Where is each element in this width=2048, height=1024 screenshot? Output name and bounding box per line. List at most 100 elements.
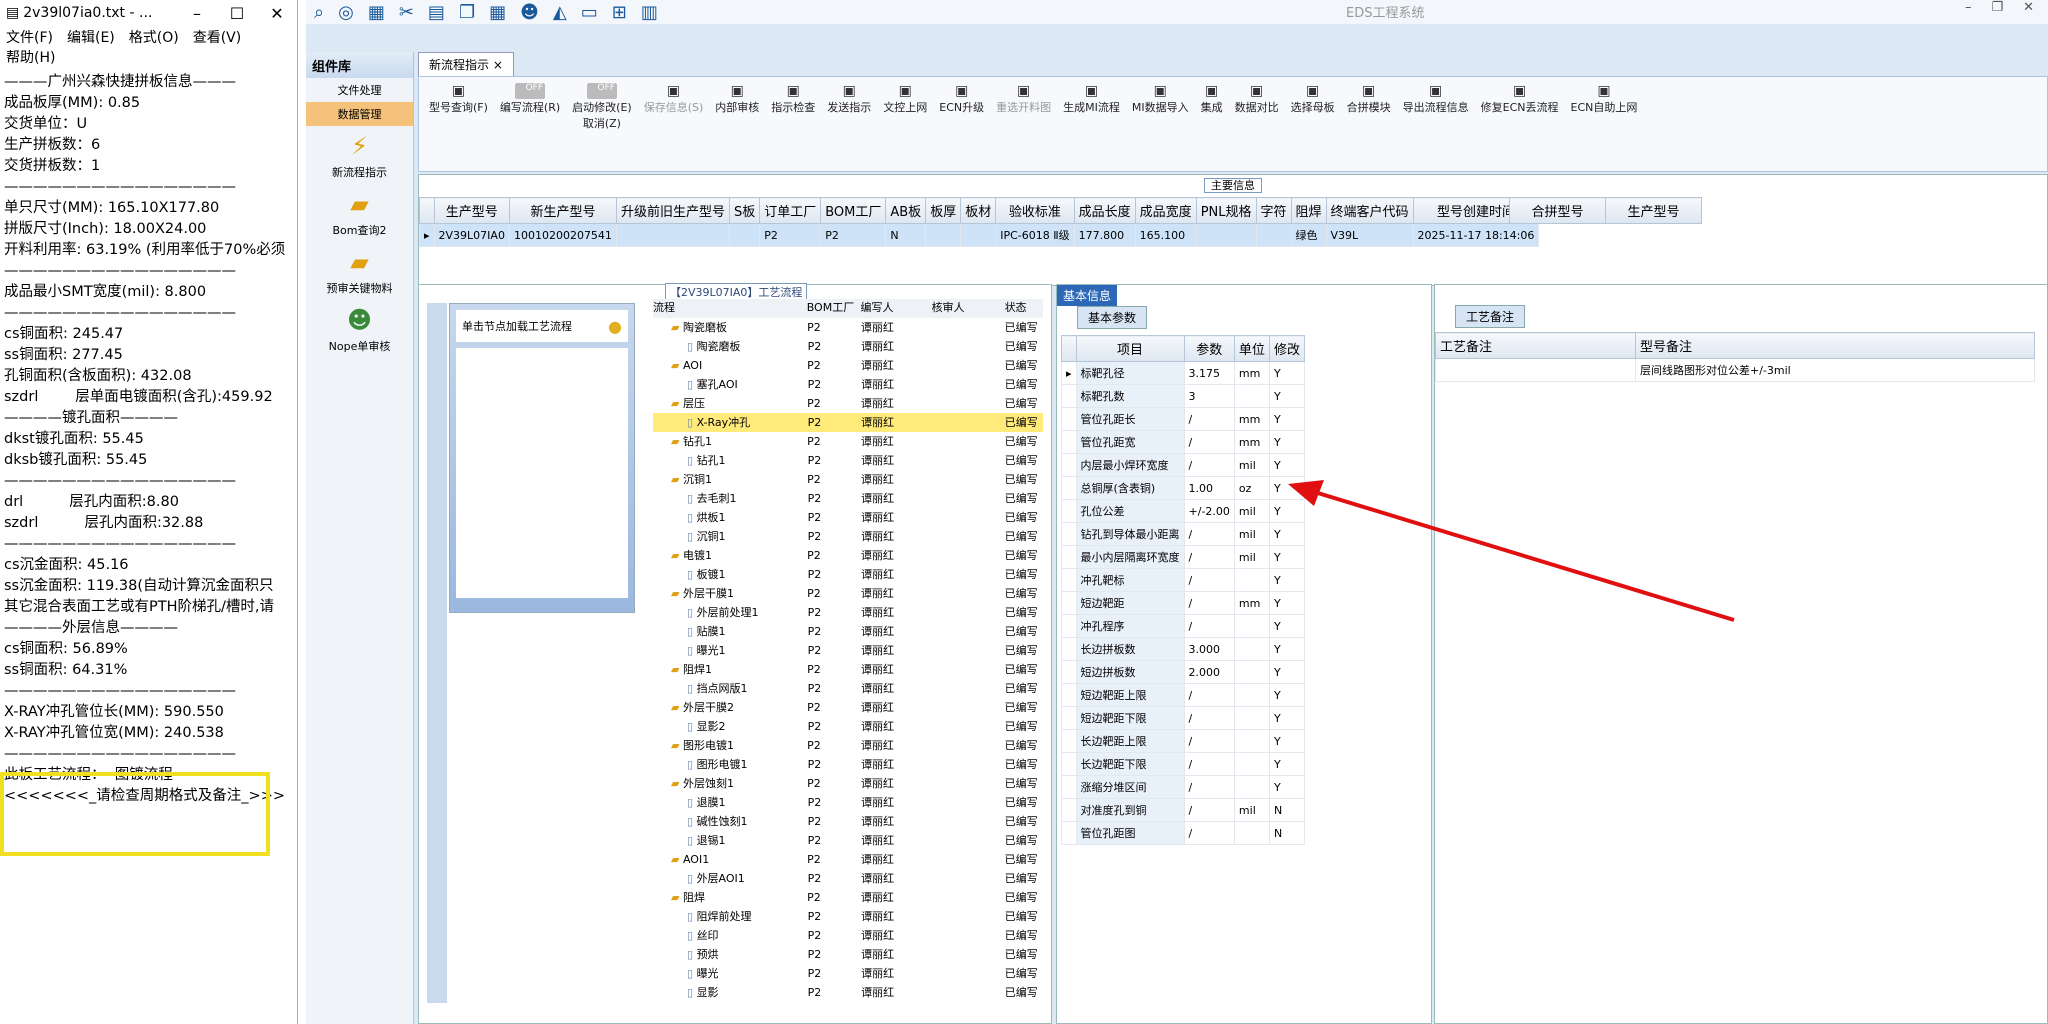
toolbar-button[interactable]: ▣ 选择母板 xyxy=(1285,81,1341,167)
grid-icon[interactable]: ▦ xyxy=(489,2,506,23)
lightning-icon[interactable]: ⚡ xyxy=(306,132,413,160)
main-cell[interactable]: 2V39L07IA0 xyxy=(433,223,510,247)
folder-icon[interactable]: ▰ xyxy=(306,248,413,276)
param-cell[interactable]: 3.175 xyxy=(1183,361,1235,385)
tree-node[interactable]: ▰ 层压 P2 谭丽红 已编写 xyxy=(653,394,1043,413)
nav-data-management[interactable]: 数据管理 xyxy=(306,102,413,126)
main-cell[interactable]: N xyxy=(885,223,927,247)
toggle-switch[interactable]: OFF xyxy=(515,83,546,99)
toolbar-button[interactable]: ▣ MI数据导入 xyxy=(1126,81,1195,167)
main-cell[interactable]: 165.100 xyxy=(1134,223,1197,247)
main-cell[interactable] xyxy=(615,223,730,247)
toolbar-button[interactable]: ▣ 数据对比 xyxy=(1229,81,1285,167)
main-cell[interactable]: IPC-6018 Ⅱ级 xyxy=(995,223,1075,247)
tree-node[interactable]: ▯ 沉铜1 P2 谭丽红 已编写 xyxy=(653,527,1043,546)
tree-node[interactable]: ▯ 烘板1 P2 谭丽红 已编写 xyxy=(653,508,1043,527)
param-cell[interactable]: / xyxy=(1183,407,1235,431)
toolbar-button[interactable]: ▣ 集成 xyxy=(1195,81,1229,167)
param-cell[interactable]: / xyxy=(1183,568,1235,592)
table-row[interactable]: 短边靶距下限 / Y xyxy=(1061,706,1305,730)
chart-icon[interactable]: ◭ xyxy=(553,2,567,23)
main-cell[interactable]: 10010200207541 xyxy=(508,223,617,247)
tree-node[interactable]: ▯ 碱性蚀刻1 P2 谭丽红 已编写 xyxy=(653,812,1043,831)
main-cell[interactable] xyxy=(960,223,997,247)
toolbar-button[interactable]: ▣ 型号查询(F) xyxy=(423,81,494,167)
monitor-icon[interactable]: ▭ xyxy=(581,2,598,23)
main-cell[interactable]: P2 xyxy=(759,223,822,247)
tree-node[interactable]: ▰ 电镀1 P2 谭丽红 已编写 xyxy=(653,546,1043,565)
tree-node[interactable]: ▯ 曝光1 P2 谭丽红 已编写 xyxy=(653,641,1043,660)
table-row[interactable]: 对准度孔到铜 / mil N xyxy=(1061,798,1305,822)
toolbar-button[interactable]: OFF 编写流程(R) xyxy=(494,81,566,167)
toolbar-button[interactable]: ▣ ECN升级 xyxy=(933,81,990,167)
param-cell[interactable]: / xyxy=(1183,706,1235,730)
param-cell[interactable]: / xyxy=(1183,545,1235,569)
table-row[interactable]: ▸ 2V39L07IA0 10010200207541 P2 P2 N IPC-6018 Ⅱ… xyxy=(419,223,1540,247)
tree-node[interactable]: ▯ 阻焊前处理 P2 谭丽红 已编写 xyxy=(653,907,1043,926)
main-cell[interactable]: P2 xyxy=(820,223,887,247)
toolbar-button[interactable]: ▣ ECN自助上网 xyxy=(1565,81,1644,167)
table-row[interactable]: 管位孔距宽 / mm Y xyxy=(1061,430,1305,454)
scissors-icon[interactable]: ✂ xyxy=(399,2,414,23)
process-remark-tab[interactable]: 工艺备注 xyxy=(1455,305,1526,328)
tab-new-flow[interactable]: 新流程指示 × xyxy=(418,52,514,76)
param-cell[interactable]: / xyxy=(1183,591,1235,615)
table-row[interactable]: 长边靶距上限 / Y xyxy=(1061,729,1305,753)
table-row[interactable]: 涨缩分堆区间 / Y xyxy=(1061,775,1305,799)
tree-node[interactable]: ▰ 沉铜1 P2 谭丽红 已编写 xyxy=(653,470,1043,489)
menu-file[interactable]: 文件(F) xyxy=(6,30,53,46)
table-row[interactable]: 最小内层隔离环宽度 / mil Y xyxy=(1061,545,1305,569)
tree-node[interactable]: ▰ 阻焊1 P2 谭丽红 已编写 xyxy=(653,660,1043,679)
tree-node[interactable]: ▯ 显影2 P2 谭丽红 已编写 xyxy=(653,717,1043,736)
param-cell[interactable]: / xyxy=(1183,798,1235,822)
table-row[interactable]: 冲孔程序 / Y xyxy=(1061,614,1305,638)
basic-info-tab[interactable]: 基本信息 xyxy=(1057,285,1118,306)
minimize-icon[interactable]: – xyxy=(1965,0,1972,15)
param-cell[interactable]: 2.000 xyxy=(1183,660,1235,684)
table-row[interactable]: 短边靶距 / mm Y xyxy=(1061,591,1305,615)
tree-node[interactable]: ▯ 曝光 P2 谭丽红 已编写 xyxy=(653,964,1043,983)
main-cell[interactable]: 2025-11-17 18:14:06 xyxy=(1412,223,1540,247)
main-cell[interactable]: V39L xyxy=(1325,223,1414,247)
tree-node[interactable]: ▯ 陶瓷磨板 P2 谭丽红 已编写 xyxy=(653,337,1043,356)
tree-node[interactable]: ▯ 退锡1 P2 谭丽红 已编写 xyxy=(653,831,1043,850)
nav-bom-query[interactable]: Bom查询2 xyxy=(306,218,413,242)
tree-node[interactable]: ▰ 钻孔1 P2 谭丽红 已编写 xyxy=(653,432,1043,451)
param-cell[interactable]: / xyxy=(1183,453,1235,477)
toolbar-button[interactable]: OFF 启动修改(E) 取消(Z) xyxy=(566,81,638,167)
maximize-icon[interactable]: ☐ xyxy=(217,4,257,23)
table-icon[interactable]: ▦ xyxy=(368,2,385,23)
param-cell[interactable]: / xyxy=(1183,775,1235,799)
tree-node[interactable]: ▰ 外层蚀刻1 P2 谭丽红 已编写 xyxy=(653,774,1043,793)
table-row[interactable]: 短边靶距上限 / Y xyxy=(1061,683,1305,707)
table-row[interactable]: 钻孔到导体最小距离 / mil Y xyxy=(1061,522,1305,546)
main-cell[interactable] xyxy=(925,223,962,247)
table-row[interactable]: ▸ 标靶孔径 3.175 mm Y xyxy=(1061,361,1305,385)
help-icon[interactable]: ◎ xyxy=(338,2,354,23)
table-row[interactable]: 长边靶距下限 / Y xyxy=(1061,752,1305,776)
tree-node[interactable]: ▯ 板镀1 P2 谭丽红 已编写 xyxy=(653,565,1043,584)
tree-node[interactable]: ▰ AOI P2 谭丽红 已编写 xyxy=(653,356,1043,375)
table-row[interactable]: 总铜厚(含表铜) 1.00 oz Y xyxy=(1061,476,1305,500)
table-row[interactable]: 短边拼板数 2.000 Y xyxy=(1061,660,1305,684)
tree-node[interactable]: ▯ 丝印 P2 谭丽红 已编写 xyxy=(653,926,1043,945)
param-cell[interactable]: / xyxy=(1183,430,1235,454)
tree-node[interactable]: ▯ 去毛刺1 P2 谭丽红 已编写 xyxy=(653,489,1043,508)
copy-icon[interactable]: ❐ xyxy=(459,2,475,23)
tree-node[interactable]: ▰ 外层干膜1 P2 谭丽红 已编写 xyxy=(653,584,1043,603)
nav-pre-review[interactable]: 预审关键物料 xyxy=(306,276,413,300)
tree-node[interactable]: ▰ 陶瓷磨板 P2 谭丽红 已编写 xyxy=(653,318,1043,337)
nav-nope-review[interactable]: Nope单审核 xyxy=(306,334,413,358)
menu-view[interactable]: 查看(V) xyxy=(193,30,242,46)
toolbar-button[interactable]: ▣ 生成MI流程 xyxy=(1057,81,1126,167)
param-cell[interactable]: / xyxy=(1183,614,1235,638)
nav-new-flow[interactable]: 新流程指示 xyxy=(306,160,413,184)
close-icon[interactable]: × xyxy=(493,58,503,72)
param-cell[interactable]: 3.000 xyxy=(1183,637,1235,661)
user-icon[interactable]: ☻ xyxy=(520,2,539,23)
film-icon[interactable]: ▤ xyxy=(428,2,445,23)
table-row[interactable]: 管位孔距图 / N xyxy=(1061,821,1305,845)
menu-edit[interactable]: 编辑(E) xyxy=(67,30,115,46)
table-row[interactable]: 孔位公差 +/-2.00 mil Y xyxy=(1061,499,1305,523)
cancel-label[interactable]: 取消(Z) xyxy=(583,115,621,131)
